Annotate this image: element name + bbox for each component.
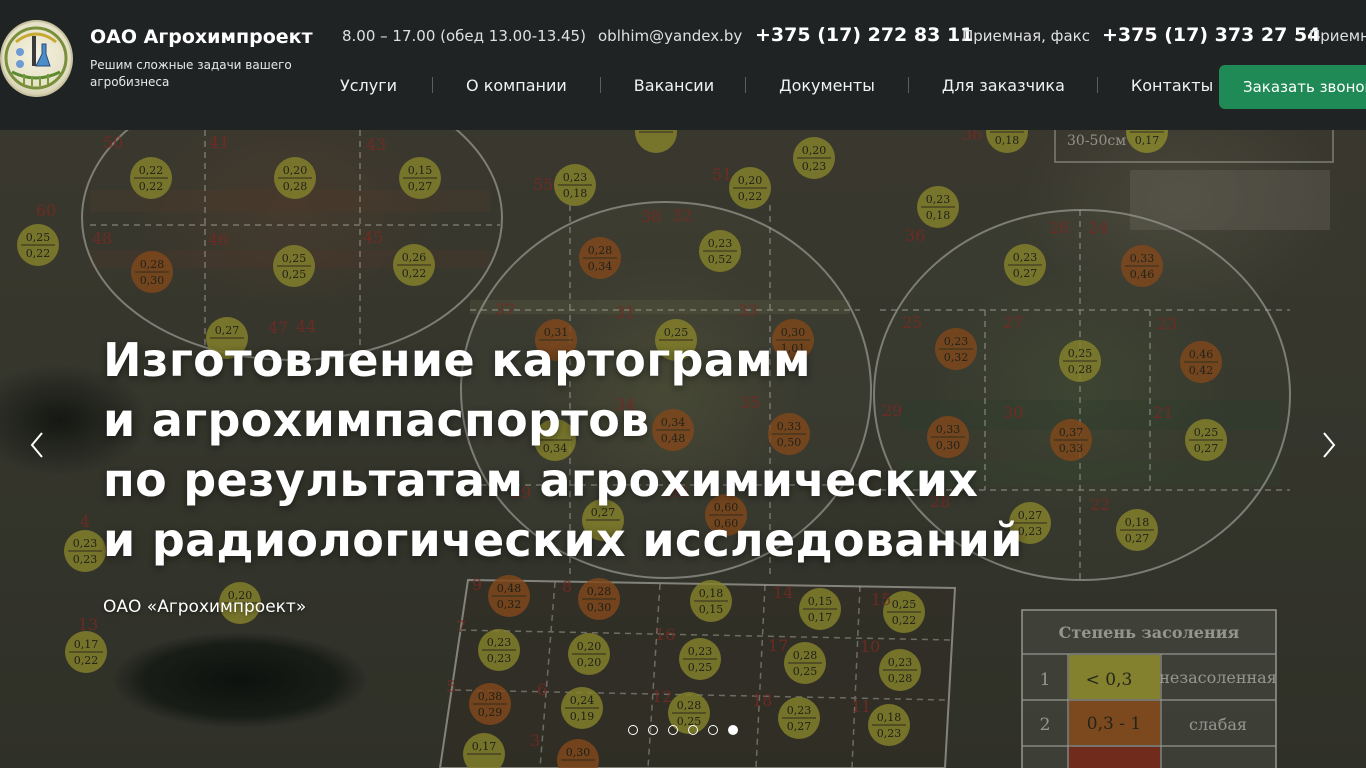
nav-item-documents[interactable]: Документы	[779, 76, 875, 95]
company-tagline: Решим сложные задачи вашего агробизнеса	[90, 58, 292, 89]
slider-dot-5[interactable]	[708, 725, 718, 735]
slider-prev-button[interactable]	[22, 425, 52, 465]
phone-fax-link[interactable]: +375 (17) 373 27 54	[1102, 24, 1320, 46]
reception-fax-label: Приемная, факс	[962, 27, 1090, 45]
nav-divider	[1096, 77, 1098, 93]
hero-title-line: и радиологических исследований	[103, 513, 1023, 567]
slider-dot-4[interactable]	[688, 725, 698, 735]
nav-divider	[599, 77, 601, 93]
site-header: ОАО Агрохимпроект Решим сложные задачи в…	[0, 0, 1366, 130]
chevron-left-icon	[30, 432, 43, 458]
chevron-right-icon	[1323, 432, 1336, 458]
hero-subtitle: ОАО «Агрохимпроект»	[103, 597, 307, 617]
slider-dot-6[interactable]	[728, 725, 738, 735]
main-nav: Услуги О компании Вакансии Документы Для…	[340, 73, 1213, 97]
hero-title-line: и агрохимпаспортов	[103, 393, 650, 447]
order-call-button[interactable]: Заказать звонок	[1219, 65, 1366, 109]
slider-dot-1[interactable]	[628, 725, 638, 735]
nav-divider	[907, 77, 909, 93]
slider-dot-3[interactable]	[668, 725, 678, 735]
hero-title-line: по результатам агрохимических	[103, 453, 979, 507]
email-link[interactable]: oblhim@yandex.by	[598, 27, 742, 45]
nav-divider	[432, 77, 434, 93]
phone-main-link[interactable]: +375 (17) 272 83 11	[755, 24, 973, 46]
slider-next-button[interactable]	[1314, 425, 1344, 465]
nav-item-vacancies[interactable]: Вакансии	[634, 76, 714, 95]
nav-item-for-customer[interactable]: Для заказчика	[942, 76, 1065, 95]
company-name[interactable]: ОАО Агрохимпроект	[90, 26, 313, 48]
slider-dot-2[interactable]	[648, 725, 658, 735]
hero-title-line: Изготовление картограмм	[103, 333, 811, 387]
working-hours: 8.00 – 17.00 (обед 13.00-13.45)	[342, 27, 586, 45]
hero-title: Изготовление картограмм и агрохимпаспорт…	[103, 330, 1023, 570]
nav-item-about[interactable]: О компании	[466, 76, 567, 95]
nav-item-contacts[interactable]: Контакты	[1131, 76, 1213, 95]
company-logo[interactable]	[0, 20, 73, 97]
logo-emblem-icon	[4, 26, 68, 90]
nav-divider	[745, 77, 747, 93]
reception-label-2: Приемн	[1309, 27, 1366, 45]
slider-pagination	[628, 725, 738, 735]
nav-item-services[interactable]: Услуги	[340, 76, 397, 95]
